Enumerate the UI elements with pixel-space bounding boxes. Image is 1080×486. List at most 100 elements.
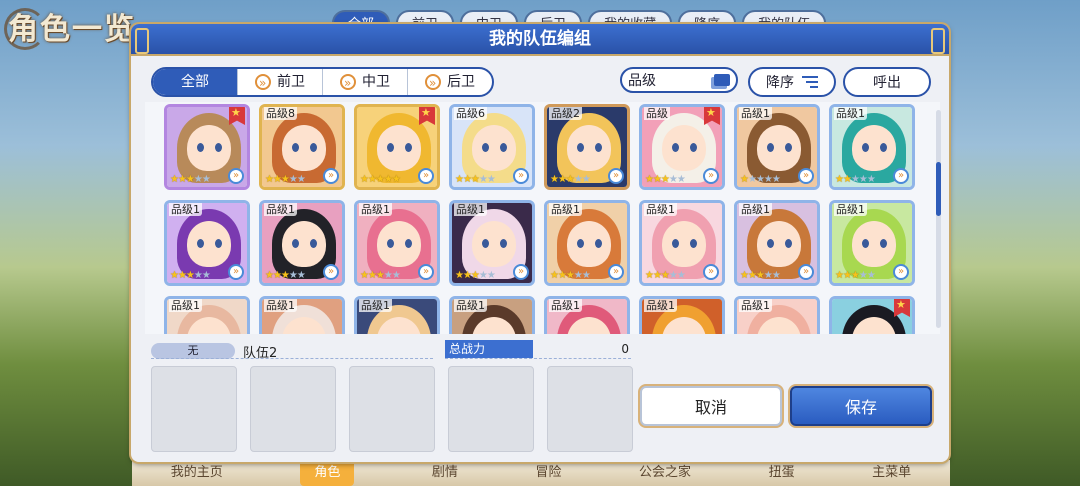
filter-tab-back[interactable]: 后卫: [408, 69, 492, 95]
filter-tab-back-label: 后卫: [447, 74, 475, 90]
character-face: [852, 125, 896, 171]
character-eye: [197, 239, 204, 248]
character-card[interactable]: 品级1: [164, 296, 250, 334]
character-face: [757, 221, 801, 267]
save-button[interactable]: 保存: [790, 386, 932, 426]
call-button[interactable]: 呼出: [843, 67, 931, 97]
character-card[interactable]: [829, 296, 915, 334]
character-eye: [672, 143, 679, 152]
character-level: 品级1: [454, 203, 487, 216]
character-card[interactable]: 品级 ★★★★★ »: [639, 104, 725, 190]
character-card[interactable]: 品级1: [354, 296, 440, 334]
dialog-title: 我的队伍编组: [131, 24, 949, 56]
nav-guild: 公会之家: [639, 465, 692, 480]
character-card[interactable]: 品级1 ★★★★★ »: [164, 200, 250, 286]
team-slot-5[interactable]: [547, 366, 633, 452]
team-slot-3[interactable]: [349, 366, 435, 452]
character-card[interactable]: 品级1 ★★★★★ »: [734, 200, 820, 286]
character-eye: [482, 239, 489, 248]
character-card[interactable]: 品级1: [639, 296, 725, 334]
character-face: [187, 125, 231, 171]
character-level: 品级1: [359, 299, 392, 312]
character-eye: [405, 143, 412, 152]
character-scrollbar[interactable]: [936, 110, 941, 328]
position-badge-icon: »: [323, 168, 339, 184]
position-badge-icon: »: [608, 264, 624, 280]
character-card[interactable]: 品级2 ★★★★★ »: [544, 104, 630, 190]
character-eye: [767, 143, 774, 152]
nav-gacha: 扭蛋: [768, 465, 795, 480]
character-eye: [767, 239, 774, 248]
filter-tab-all[interactable]: 全部: [153, 69, 238, 95]
character-card[interactable]: 品级6 ★★★★★ »: [449, 104, 535, 190]
character-face: [377, 125, 421, 171]
character-eye: [500, 239, 507, 248]
character-level: 品级8: [264, 107, 297, 120]
position-badge-icon: »: [323, 264, 339, 280]
team-slots: [151, 366, 633, 452]
character-card[interactable]: 品级8 ★★★★★ »: [259, 104, 345, 190]
character-eye: [310, 239, 317, 248]
character-card[interactable]: 品级1 ★★★★★ »: [734, 104, 820, 190]
character-card[interactable]: 品级1: [259, 296, 345, 334]
team-slot-1[interactable]: [151, 366, 237, 452]
filter-tab-middle-label: 中卫: [362, 74, 390, 90]
team-divider: [151, 358, 433, 359]
character-level: 品级1: [644, 299, 677, 312]
character-level: 品级1: [549, 203, 582, 216]
page-title: 角色一览: [8, 12, 136, 47]
character-level: 品级6: [454, 107, 487, 120]
sort-order-button[interactable]: 降序: [748, 67, 836, 97]
total-power: 总战力 0: [445, 340, 631, 359]
star-rating: ★★★★★: [455, 174, 496, 185]
character-eye: [690, 239, 697, 248]
position-filter-tabs: 全部 前卫 中卫 后卫: [151, 67, 494, 97]
team-tag[interactable]: 无: [151, 343, 235, 359]
star-rating: ★★★★★: [265, 270, 306, 281]
character-eye: [387, 239, 394, 248]
team-slot-4[interactable]: [448, 366, 534, 452]
star-rating: ★★★★★: [550, 270, 591, 281]
character-eye: [595, 239, 602, 248]
character-card[interactable]: 品级1 ★★★★★ »: [354, 200, 440, 286]
character-grid-area[interactable]: ★★★★★»品级8★★★★★»★★★★★»品级6★★★★★»品级2★★★★★»品…: [145, 102, 940, 334]
rarity-filter-button[interactable]: 品级: [620, 67, 738, 93]
character-card[interactable]: 品级1 ★★★★★ »: [829, 104, 915, 190]
character-card[interactable]: 品级1 ★★★★★ »: [639, 200, 725, 286]
character-card[interactable]: ★★★★★ »: [164, 104, 250, 190]
character-card[interactable]: 品级1 ★★★★★ »: [829, 200, 915, 286]
filter-tab-middle[interactable]: 中卫: [323, 69, 408, 95]
character-card[interactable]: 品级1 ★★★★★ »: [449, 200, 535, 286]
team-slot-2[interactable]: [250, 366, 336, 452]
filter-tab-front[interactable]: 前卫: [238, 69, 323, 95]
character-face: [187, 221, 231, 267]
star-rating: ★★★★★: [360, 174, 401, 185]
character-eye: [405, 239, 412, 248]
character-face: [567, 125, 611, 171]
character-card[interactable]: 品级1: [449, 296, 535, 334]
scrollbar-thumb[interactable]: [936, 162, 941, 216]
character-eye: [292, 143, 299, 152]
position-badge-icon: »: [798, 168, 814, 184]
cancel-button[interactable]: 取消: [640, 386, 782, 426]
star-rating: ★★★★★: [740, 270, 781, 281]
position-badge-icon: »: [798, 264, 814, 280]
character-eye: [595, 143, 602, 152]
position-badge-icon: »: [703, 264, 719, 280]
star-rating: ★★★★★: [740, 174, 781, 185]
character-level: 品级1: [739, 299, 772, 312]
character-eye: [880, 239, 887, 248]
character-eye: [862, 143, 869, 152]
character-card[interactable]: 品级1 ★★★★★ »: [259, 200, 345, 286]
character-face: [282, 125, 326, 171]
character-card[interactable]: 品级1: [544, 296, 630, 334]
character-card[interactable]: 品级1: [734, 296, 820, 334]
character-eye: [310, 143, 317, 152]
star-rating: ★★★★★: [835, 270, 876, 281]
total-power-label: 总战力: [445, 340, 533, 358]
character-card[interactable]: ★★★★★ »: [354, 104, 440, 190]
layers-icon: [714, 74, 730, 86]
character-face: [757, 125, 801, 171]
character-level: 品级2: [549, 107, 582, 120]
character-card[interactable]: 品级1 ★★★★★ »: [544, 200, 630, 286]
